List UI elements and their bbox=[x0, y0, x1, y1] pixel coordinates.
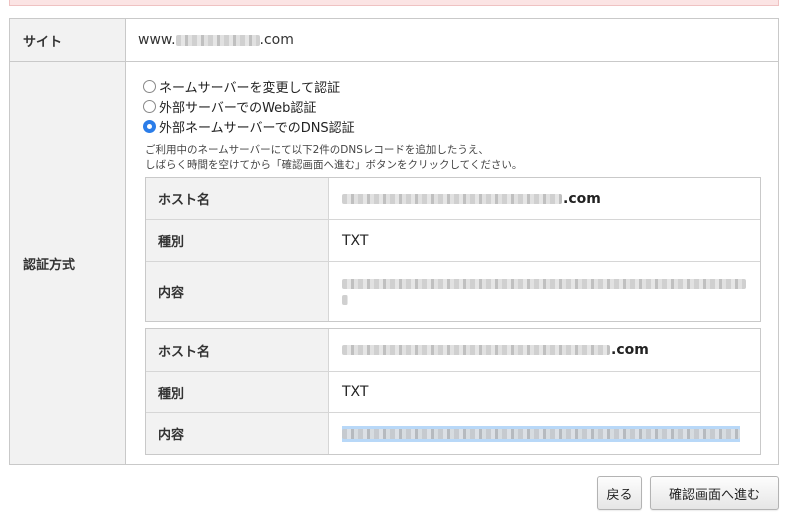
record-type-row: 種別 TXT bbox=[146, 220, 760, 262]
redacted-txt-line bbox=[342, 294, 348, 305]
site-domain-prefix: www. bbox=[138, 32, 176, 48]
auth-method-options: ネームサーバーを変更して認証 外部サーバーでのWeb認証 外部ネームサーバーでの… bbox=[143, 76, 355, 136]
host-suffix: .com bbox=[563, 190, 601, 207]
host-value: .com bbox=[330, 178, 760, 219]
record-host-row: ホスト名 .com bbox=[146, 178, 760, 220]
site-domain-suffix: .com bbox=[259, 32, 294, 48]
dns-record-2: ホスト名 .com 種別 TXT 内容 bbox=[145, 328, 761, 455]
redacted-domain bbox=[175, 34, 260, 46]
host-value: .com bbox=[330, 329, 760, 371]
option-change-nameserver[interactable]: ネームサーバーを変更して認証 bbox=[143, 76, 355, 96]
auth-method-label: 認証方式 bbox=[10, 62, 126, 464]
note-line-2: しばらく時間を空けてから「確認画面へ進む」ボタンをクリックしてください。 bbox=[145, 159, 523, 171]
option-label: 外部サーバーでのWeb認証 bbox=[159, 100, 317, 116]
content-label: 内容 bbox=[146, 262, 329, 321]
host-label: ホスト名 bbox=[146, 178, 329, 219]
radio-change-nameserver[interactable] bbox=[143, 79, 156, 93]
redacted-host bbox=[342, 193, 562, 204]
type-label: 種別 bbox=[146, 372, 329, 412]
redacted-txt-line bbox=[342, 428, 740, 439]
radio-web-auth[interactable] bbox=[143, 99, 156, 113]
host-label: ホスト名 bbox=[146, 329, 329, 371]
site-row: サイト www. .com bbox=[10, 19, 778, 62]
site-label: サイト bbox=[10, 19, 126, 61]
redacted-host bbox=[342, 345, 610, 355]
content-label: 内容 bbox=[146, 413, 329, 454]
record-content-row: 内容 bbox=[146, 262, 760, 321]
option-label: 外部ネームサーバーでのDNS認証 bbox=[159, 120, 355, 136]
site-domain: www. .com bbox=[138, 32, 294, 48]
option-dns-auth[interactable]: 外部ネームサーバーでのDNS認証 bbox=[143, 116, 355, 136]
note-line-1: ご利用中のネームサーバーにて以下2件のDNSレコードを追加したうえ、 bbox=[145, 144, 489, 156]
confirm-button[interactable]: 確認画面へ進む bbox=[650, 476, 779, 510]
error-banner-edge bbox=[9, 0, 779, 6]
record-host-row: ホスト名 .com bbox=[146, 329, 760, 372]
dns-record-1: ホスト名 .com 種別 TXT 内容 bbox=[145, 177, 761, 322]
option-label: ネームサーバーを変更して認証 bbox=[159, 80, 341, 96]
verification-form: サイト www. .com 認証方式 ネームサーバーを変更して認証 外部サーバーで… bbox=[9, 18, 779, 465]
selected-txt-value[interactable] bbox=[342, 425, 740, 442]
content-value[interactable] bbox=[330, 413, 760, 454]
host-suffix: .com bbox=[611, 342, 649, 358]
content-value[interactable] bbox=[330, 262, 760, 321]
record-content-row: 内容 bbox=[146, 413, 760, 454]
back-button[interactable]: 戻る bbox=[597, 476, 642, 510]
dns-instruction-note: ご利用中のネームサーバーにて以下2件のDNSレコードを追加したうえ、 しばらく時… bbox=[145, 143, 522, 173]
type-label: 種別 bbox=[146, 220, 329, 261]
auth-method-row: 認証方式 ネームサーバーを変更して認証 外部サーバーでのWeb認証 外部ネームサ… bbox=[10, 62, 778, 464]
type-value: TXT bbox=[342, 384, 369, 400]
option-web-auth[interactable]: 外部サーバーでのWeb認証 bbox=[143, 96, 355, 116]
record-type-row: 種別 TXT bbox=[146, 372, 760, 413]
radio-dns-auth[interactable] bbox=[143, 119, 156, 133]
redacted-txt-line bbox=[342, 278, 746, 289]
type-value: TXT bbox=[342, 232, 369, 249]
